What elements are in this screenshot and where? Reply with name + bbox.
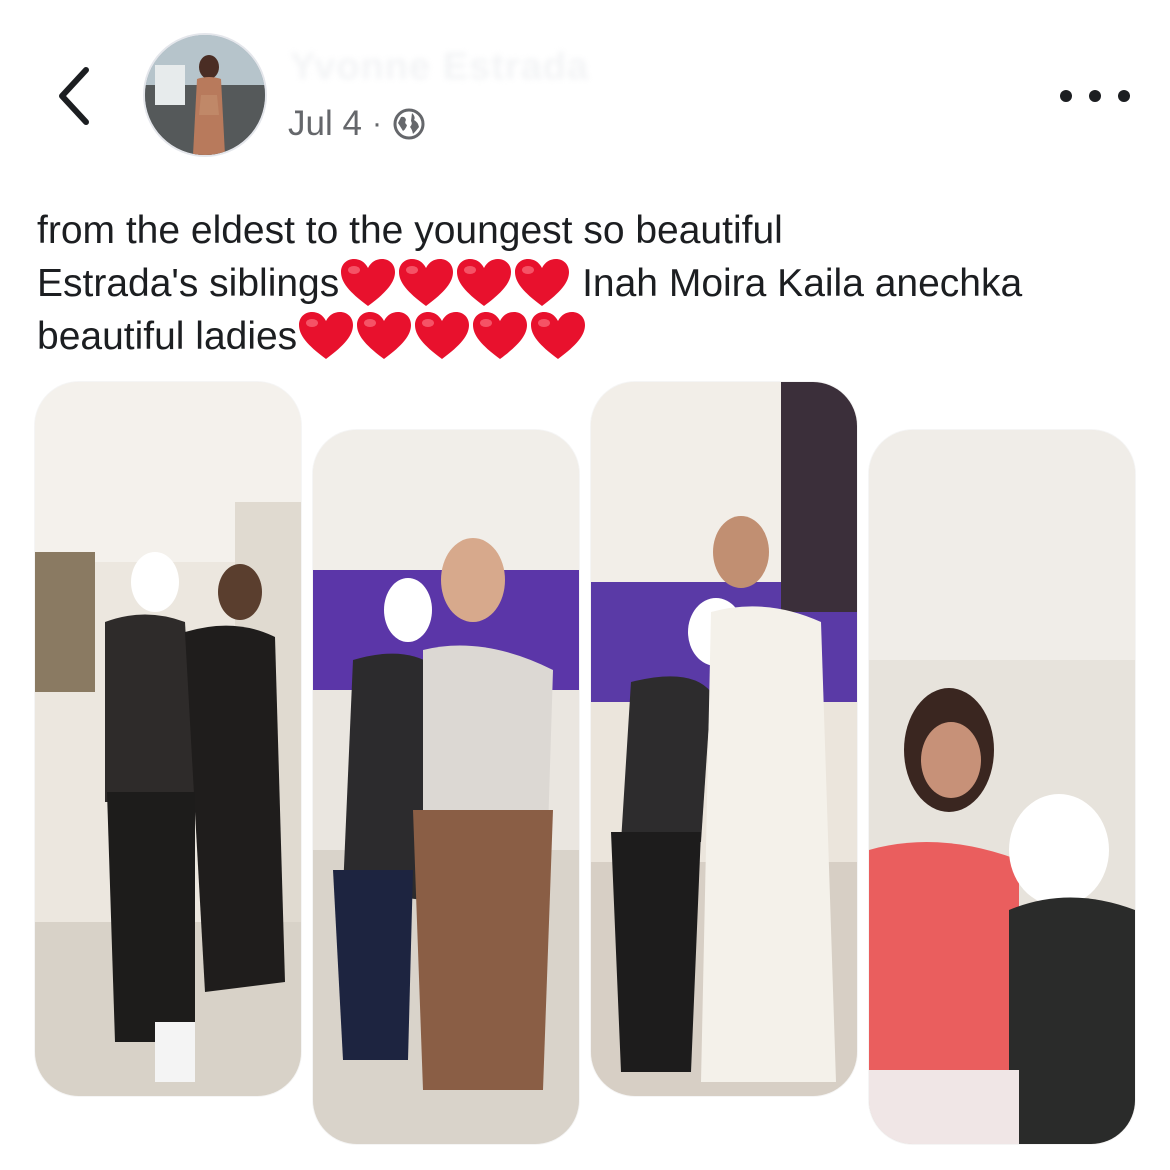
post-header: Yvonne Estrada Jul 4 · [0,0,1170,190]
more-dot [1060,90,1072,102]
photo-4[interactable] [869,430,1135,1144]
red-heart-icon [299,311,354,359]
more-dot [1089,90,1101,102]
caption-line-2-end: Inah Moira Kaila anechka [571,262,1023,305]
caption-line-3-text: beautiful ladies [37,315,298,358]
chevron-left-icon [59,67,89,125]
more-dot [1118,90,1130,102]
photo-collage [0,380,1170,1170]
red-heart-icon [515,258,570,306]
photo-3[interactable] [591,382,857,1096]
caption-line-3: beautiful ladies [37,310,1137,363]
red-heart-icon [531,311,586,359]
post-meta: Jul 4 · [288,102,426,146]
caption-line-2-text: Estrada's siblings [37,262,340,305]
red-heart-icon [399,258,454,306]
red-heart-icon [415,311,470,359]
heart-group [339,258,571,306]
author-name[interactable]: Yvonne Estrada [290,46,830,90]
photo-2[interactable] [313,430,579,1144]
more-options-button[interactable] [1060,76,1130,116]
heart-group [297,311,587,359]
meta-separator: · [371,107,382,140]
red-heart-icon [341,258,396,306]
caption-line-2: Estrada's siblings Inah Moira Kaila anec… [37,257,1137,310]
back-button[interactable] [44,58,104,134]
post-caption: from the eldest to the youngest so beaut… [37,204,1137,363]
photo-1[interactable] [35,382,301,1096]
red-heart-icon [357,311,412,359]
caption-line-1: from the eldest to the youngest so beaut… [37,209,783,252]
avatar[interactable] [143,33,267,157]
post-date[interactable]: Jul 4 [288,104,362,144]
red-heart-icon [473,311,528,359]
globe-icon[interactable] [392,107,426,141]
red-heart-icon [457,258,512,306]
